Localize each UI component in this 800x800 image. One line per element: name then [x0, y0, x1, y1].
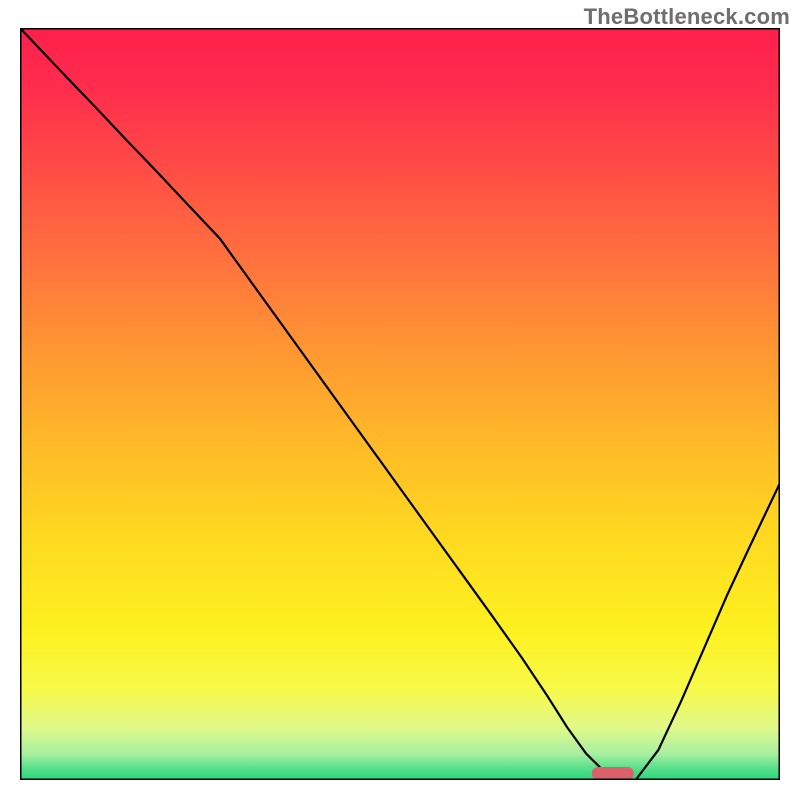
bottleneck-chart: [0, 0, 800, 800]
watermark-text: TheBottleneck.com: [584, 4, 790, 30]
chart-container: TheBottleneck.com: [0, 0, 800, 800]
optimal-marker: [592, 767, 634, 780]
plot-area: [20, 28, 780, 780]
gradient-background: [20, 28, 780, 780]
